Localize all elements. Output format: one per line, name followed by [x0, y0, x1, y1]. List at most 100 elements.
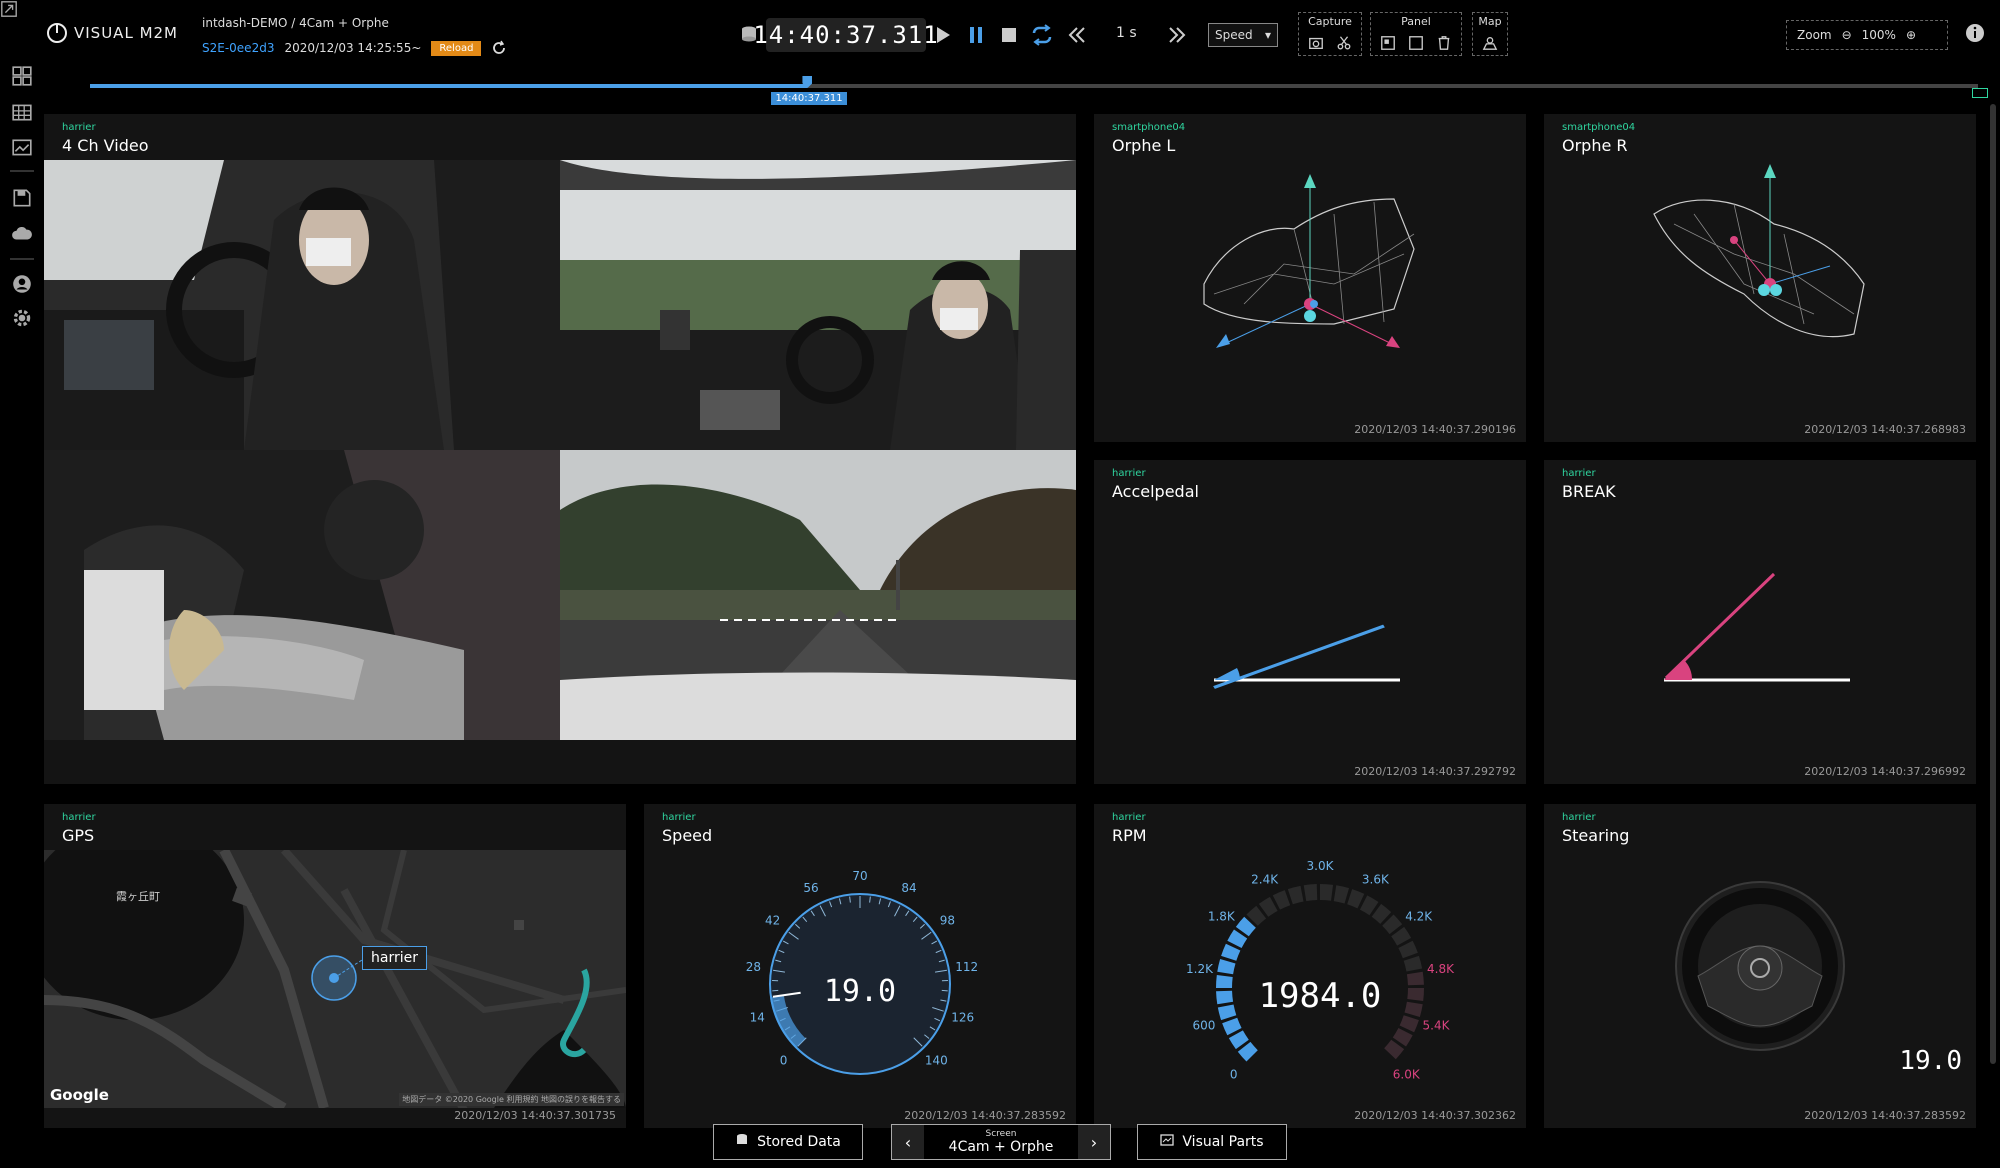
rpm-segment	[1216, 990, 1234, 1005]
sidebar-divider	[10, 258, 34, 260]
data-table-icon[interactable]	[10, 100, 34, 124]
map-vehicle-marker-label[interactable]: harrier	[362, 946, 427, 970]
gear-icon[interactable]	[10, 306, 34, 330]
step-back-icon[interactable]	[1064, 22, 1090, 48]
step-forward-icon[interactable]	[1164, 22, 1190, 48]
speed-tick	[849, 896, 851, 903]
panel-timestamp: 2020/12/03 14:40:37.290196	[1354, 423, 1516, 436]
panel-title: Accelpedal	[1112, 482, 1199, 501]
panel-title: GPS	[62, 826, 95, 845]
speed-select[interactable]: Speed ▾	[1208, 23, 1278, 47]
scissors-icon[interactable]	[1335, 34, 1353, 52]
map-attribution[interactable]: 地図データ ©2020 Google 利用規約 地図の誤りを報告する	[399, 1093, 624, 1106]
speed-tick-label: 84	[901, 881, 916, 895]
panel-timestamp: 2020/12/03 14:40:37.283592	[1804, 1109, 1966, 1122]
add-panel-icon[interactable]	[1379, 34, 1397, 52]
panel-device: smartphone04	[1112, 122, 1186, 133]
stored-data-button[interactable]: Stored Data	[713, 1124, 863, 1160]
steering-value: 19.0	[1899, 1046, 1962, 1076]
rpm-segment	[1287, 885, 1304, 905]
rpm-segment	[1403, 955, 1423, 972]
capture-group: Capture	[1298, 12, 1362, 56]
screen-next-icon[interactable]: ›	[1078, 1125, 1110, 1159]
panel-device: harrier	[1562, 812, 1596, 823]
google-logo: Google	[50, 1086, 109, 1104]
sidebar-divider	[10, 170, 34, 172]
save-icon[interactable]	[10, 186, 34, 210]
rpm-segment	[1319, 884, 1334, 901]
rpm-segment	[1347, 889, 1365, 909]
panel-timestamp: 2020/12/03 14:40:37.283592	[904, 1109, 1066, 1122]
map-pin-icon[interactable]	[1481, 34, 1499, 52]
rpm-segment	[1272, 890, 1291, 910]
top-bar: VISUAL M2M intdash-DEMO / 4Cam + Orphe S…	[0, 0, 2000, 76]
panel-gps: harrier GPS 霞ヶ丘町 harrier Google 地図データ ©2…	[44, 804, 626, 1128]
panel-title: Stearing	[1562, 826, 1630, 845]
map-view[interactable]: 霞ヶ丘町 harrier Google 地図データ ©2020 Google 利…	[44, 850, 626, 1108]
step-size[interactable]: 1 s	[1116, 25, 1137, 41]
panel-timestamp: 2020/12/03 14:40:37.302362	[1354, 1109, 1516, 1122]
rpm-segment	[1235, 916, 1256, 937]
panel-timestamp: 2020/12/03 14:40:37.301735	[454, 1109, 616, 1122]
speed-tick-label: 0	[780, 1053, 788, 1067]
chart-icon[interactable]	[10, 136, 34, 160]
logo-text: VISUAL M2M	[74, 24, 178, 42]
rpm-segment	[1222, 1017, 1242, 1036]
camera-3-pedal[interactable]	[44, 450, 560, 740]
rpm-tick-label: 0	[1230, 1067, 1238, 1081]
rpm-segment	[1228, 1030, 1249, 1050]
zoom-in-icon[interactable]: ⊕	[1906, 28, 1916, 42]
timeline-track[interactable]	[90, 84, 1978, 88]
camera-2-driver[interactable]	[560, 160, 1076, 450]
screenshot-icon[interactable]	[1307, 34, 1325, 52]
camera-4-front[interactable]	[560, 450, 1076, 740]
timeline-collapse-icon[interactable]	[1972, 88, 1988, 98]
blank-panel-icon[interactable]	[1407, 34, 1425, 52]
panel-4ch-video: harrier 4 Ch Video	[44, 114, 1076, 784]
camera-1-interior[interactable]	[44, 160, 560, 450]
rpm-segment	[1237, 1041, 1258, 1062]
cloud-icon[interactable]	[10, 222, 34, 246]
trash-icon[interactable]	[1435, 34, 1453, 52]
loop-icon[interactable]	[1029, 22, 1055, 48]
shoe-3d-model-left[interactable]	[1184, 144, 1444, 394]
speed-tick-label: 14	[750, 1010, 765, 1024]
rpm-segment	[1217, 1004, 1237, 1021]
pause-icon[interactable]	[963, 22, 989, 48]
visual-parts-button[interactable]: Visual Parts	[1137, 1124, 1287, 1160]
shoe-3d-model-right[interactable]	[1634, 144, 1894, 394]
refresh-icon[interactable]	[491, 40, 507, 56]
rpm-segment	[1359, 895, 1379, 916]
panel-device: smartphone04	[1562, 122, 1636, 133]
project-name: intdash-DEMO / 4Cam + Orphe	[202, 16, 389, 30]
power-logo-icon	[47, 23, 67, 43]
visual-parts-label: Visual Parts	[1182, 1134, 1264, 1150]
rpm-tick-label: 6.0K	[1393, 1067, 1421, 1081]
user-icon[interactable]	[10, 272, 34, 296]
rpm-tick-label: 3.0K	[1307, 859, 1335, 873]
screen-current[interactable]: Screen 4Cam + Orphe	[924, 1129, 1078, 1155]
panel-device: harrier	[62, 122, 96, 133]
screen-prev-icon[interactable]: ‹	[892, 1125, 924, 1159]
panel-group-label: Panel	[1401, 15, 1431, 28]
session-id[interactable]: S2E-0ee2d3	[202, 41, 274, 55]
panel-orphe-l: smartphone04 Orphe L 2020/12/03 14:40:37…	[1094, 114, 1526, 442]
app-logo: VISUAL M2M	[46, 22, 178, 44]
play-icon[interactable]	[930, 22, 956, 48]
info-icon[interactable]	[1962, 20, 1988, 46]
panel-timestamp: 2020/12/03 14:40:37.292792	[1354, 765, 1516, 778]
zoom-out-icon[interactable]: ⊖	[1842, 28, 1852, 42]
panel-timestamp: 2020/12/03 14:40:37.268983	[1804, 423, 1966, 436]
stop-icon[interactable]	[996, 22, 1022, 48]
panel-timestamp: 2020/12/03 14:40:37.296992	[1804, 765, 1966, 778]
vertical-scrollbar[interactable]	[1990, 104, 1996, 1064]
reload-button[interactable]: Reload	[431, 40, 482, 56]
rpm-segment	[1258, 896, 1278, 917]
rpm-tick-label: 600	[1193, 1019, 1216, 1033]
session-info: S2E-0ee2d3 2020/12/03 14:25:55~ Reload	[202, 40, 507, 56]
rpm-tick-label: 4.8K	[1427, 962, 1455, 976]
rpm-segment	[1404, 1001, 1423, 1018]
rpm-tick-label: 1.2K	[1186, 962, 1214, 976]
map-place-label: 霞ヶ丘町	[116, 890, 160, 903]
rpm-tick-label: 1.8K	[1208, 909, 1236, 923]
